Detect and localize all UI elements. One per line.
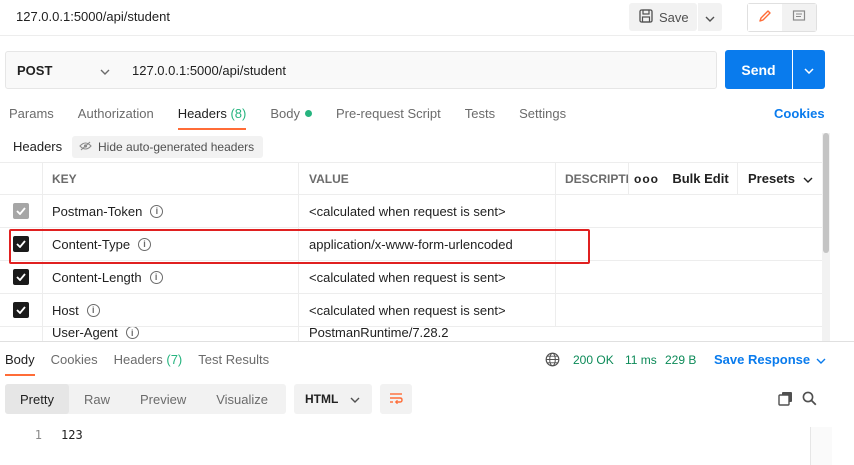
info-icon[interactable]: i [149, 270, 163, 284]
header-key: Content-Length [52, 269, 142, 285]
header-key: Host [52, 302, 79, 318]
chevron-down-icon [816, 352, 826, 367]
method-label: POST [17, 62, 53, 78]
response-tab-cookies[interactable]: Cookies [51, 352, 98, 376]
line-number: 1 [34, 428, 42, 442]
bulk-edit-button[interactable]: Bulk Edit [664, 163, 737, 194]
response-status[interactable]: 200 OK [573, 353, 614, 367]
response-view-tabs: Pretty Raw Preview Visualize [5, 384, 286, 414]
documentation-mode-button[interactable] [782, 4, 816, 31]
header-key: User-Agent [52, 327, 118, 340]
headers-count: (8) [230, 106, 247, 121]
chevron-down-icon [803, 171, 813, 186]
header-value: <calculated when request is sent> [298, 294, 556, 326]
tab-headers[interactable]: Headers (8) [177, 106, 247, 130]
request-title[interactable]: 127.0.0.1:5000/api/student [16, 9, 170, 24]
view-tab-pretty[interactable]: Pretty [5, 384, 69, 414]
table-row: Host i <calculated when request is sent> [0, 294, 822, 327]
view-tab-visualize[interactable]: Visualize [201, 384, 283, 414]
header-description[interactable] [555, 195, 628, 227]
cookies-link[interactable]: Cookies [774, 106, 825, 121]
chevron-down-icon [350, 392, 360, 406]
info-icon[interactable]: i [150, 204, 164, 218]
checkbox-icon[interactable] [13, 302, 29, 318]
tab-pre-request-script[interactable]: Pre-request Script [336, 106, 441, 130]
checkbox-icon[interactable] [13, 203, 29, 219]
col-key: KEY [42, 163, 299, 194]
comment-icon [792, 9, 806, 26]
presets-dropdown[interactable]: Presets [737, 163, 822, 194]
format-select[interactable]: HTML [294, 384, 372, 414]
wrap-lines-icon [388, 391, 404, 408]
header-value: <calculated when request is sent> [298, 261, 556, 293]
tab-settings[interactable]: Settings [519, 106, 566, 130]
response-size[interactable]: 229 B [665, 353, 696, 367]
body-indicator-dot [304, 110, 312, 117]
chevron-down-icon [705, 10, 715, 25]
hide-auto-generated-button[interactable]: Hide auto-generated headers [72, 136, 264, 158]
chevron-down-icon [100, 63, 110, 78]
highlight-annotation [9, 229, 590, 264]
col-value: VALUE [298, 163, 556, 194]
table-row: User-Agent i PostmanRuntime/7.28.2 [0, 327, 822, 341]
url-input[interactable]: 127.0.0.1:5000/api/student [120, 51, 717, 89]
save-dropdown-button[interactable] [697, 3, 722, 31]
headers-scrollbar-thumb[interactable] [823, 133, 829, 253]
tab-tests[interactable]: Tests [465, 106, 495, 130]
request-tabs: Params Authorization Headers (8) Body Pr… [9, 106, 590, 130]
response-tab-test-results[interactable]: Test Results [198, 352, 269, 376]
view-tab-preview[interactable]: Preview [125, 384, 201, 414]
header-value: PostmanRuntime/7.28.2 [298, 327, 556, 341]
checkbox-icon[interactable] [13, 269, 29, 285]
header-key: Postman-Token [52, 203, 143, 219]
response-body-content[interactable]: 123 [61, 428, 83, 442]
response-tab-body[interactable]: Body [5, 352, 35, 376]
copy-icon[interactable] [778, 391, 793, 409]
save-disk-icon [639, 8, 653, 26]
info-icon[interactable]: i [86, 303, 100, 317]
info-icon[interactable]: i [125, 327, 139, 339]
headers-section-label: Headers [13, 139, 63, 154]
globe-icon[interactable] [545, 352, 561, 368]
response-tab-headers[interactable]: Headers (7) [114, 352, 183, 376]
col-description: DESCRIPTION [555, 163, 628, 194]
send-button[interactable]: Send [725, 50, 792, 89]
view-mode-toggle [747, 3, 817, 32]
header-check-col [0, 163, 42, 194]
response-tabs: Body Cookies Headers (7) Test Results [5, 352, 285, 376]
save-button[interactable]: Save [629, 3, 697, 31]
table-row: Content-Length i <calculated when request… [0, 261, 822, 294]
search-icon[interactable] [802, 391, 817, 409]
save-response-button[interactable]: Save Response [714, 352, 826, 367]
header-description[interactable] [555, 294, 628, 326]
response-headers-count: (7) [166, 352, 183, 367]
save-label: Save [659, 9, 689, 25]
wrap-lines-button[interactable] [380, 384, 412, 414]
response-time[interactable]: 11 ms [625, 353, 657, 367]
header-value: <calculated when request is sent> [298, 195, 556, 227]
more-columns-button[interactable]: ooo [628, 163, 664, 194]
tab-authorization[interactable]: Authorization [78, 106, 154, 130]
header-description[interactable] [555, 261, 628, 293]
pencil-icon [758, 9, 772, 26]
view-tab-raw[interactable]: Raw [69, 384, 125, 414]
send-dropdown-button[interactable] [793, 50, 825, 89]
response-divider[interactable] [0, 341, 854, 342]
eye-off-icon [79, 140, 92, 154]
method-select[interactable]: POST [5, 51, 121, 89]
tab-body[interactable]: Body [270, 106, 312, 130]
edit-mode-button[interactable] [748, 4, 782, 31]
tab-params[interactable]: Params [9, 106, 54, 130]
table-row: Postman-Token i <calculated when request … [0, 195, 822, 228]
hide-auto-label: Hide auto-generated headers [98, 140, 255, 154]
table-header-row: KEY VALUE DESCRIPTION ooo Bulk Edit Pres… [0, 162, 822, 195]
chevron-down-icon [804, 62, 814, 77]
body-scrollbar[interactable] [810, 427, 832, 465]
